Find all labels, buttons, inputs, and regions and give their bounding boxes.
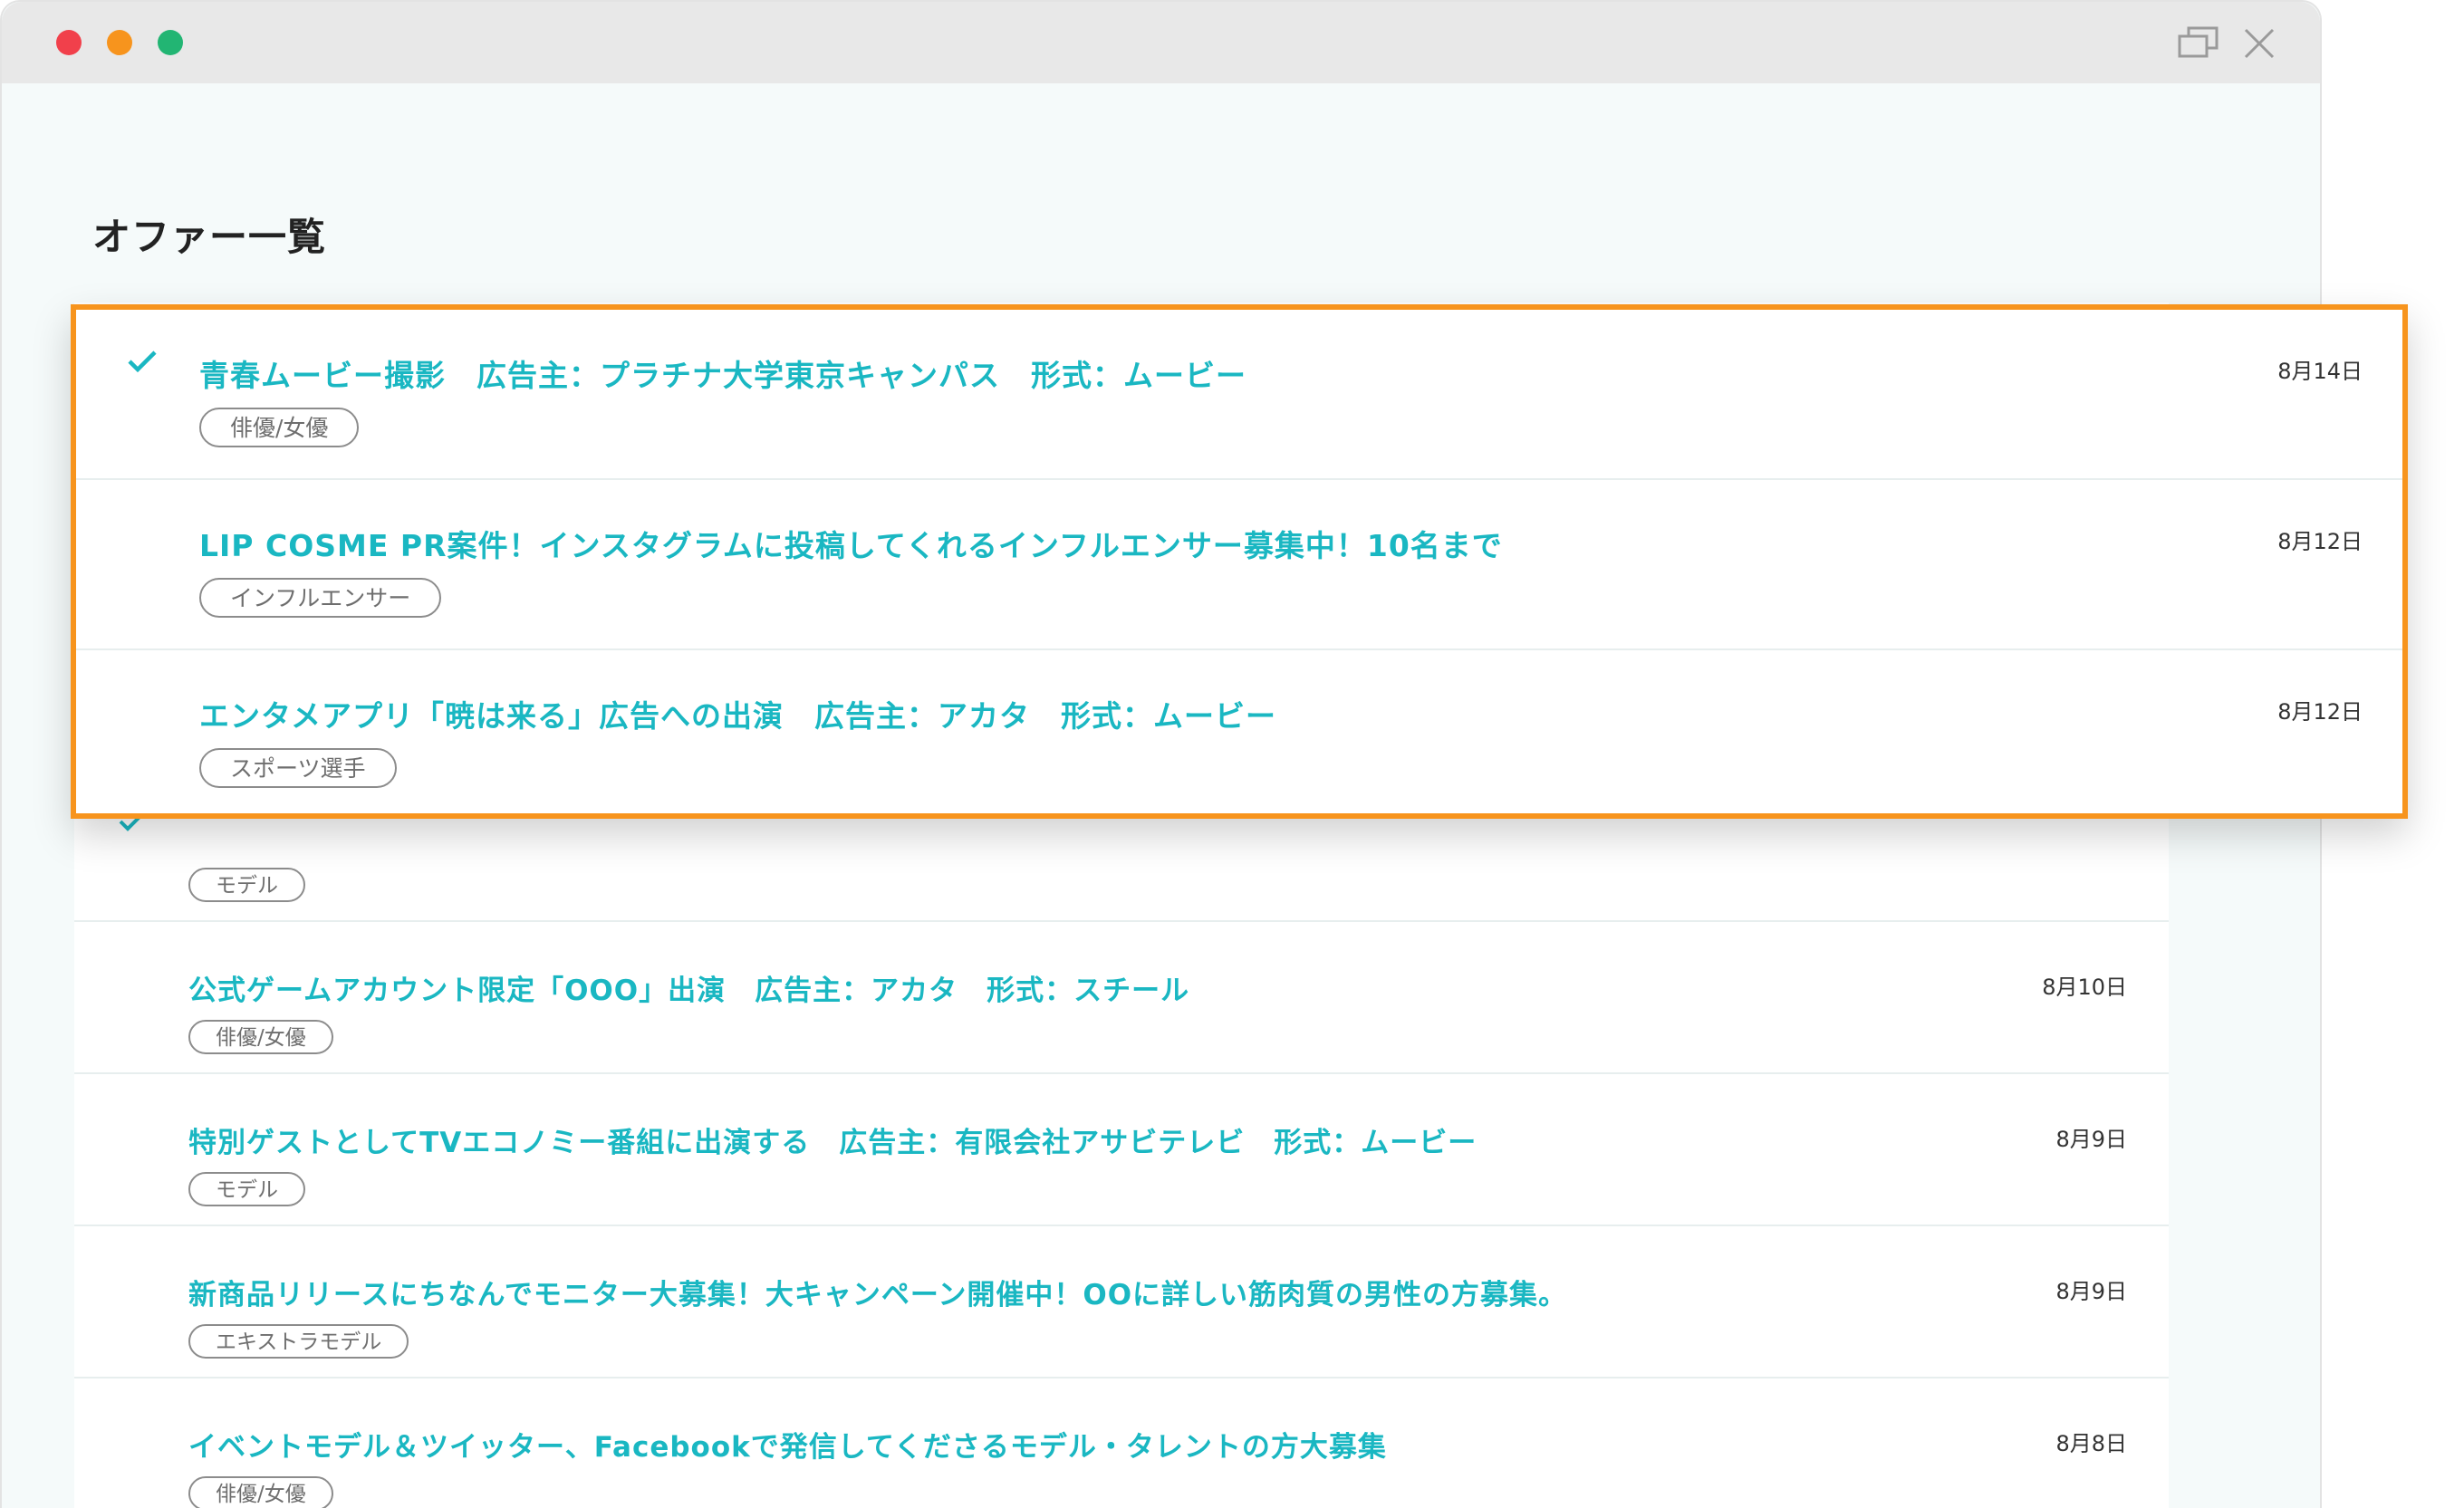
offer-row[interactable]: 特別ゲストとしてTVエコノミー番組に出演する 広告主：有限会社アサビテレビ 形式… xyxy=(74,1074,2169,1226)
page-title: オファー一覧 xyxy=(92,215,327,259)
offer-tag: 俳優/女優 xyxy=(188,1020,333,1054)
maximize-window-dot[interactable] xyxy=(158,30,183,55)
offer-title[interactable]: 新商品リリースにちなんでモニター大募集！大キャンペーン開催中！OOに詳しい筋肉質… xyxy=(188,1272,1567,1312)
highlighted-offer-row[interactable]: LIP COSME PR案件！インスタグラムに投稿してくれるインフルエンサー募集… xyxy=(76,480,2402,650)
offer-date: 8月8日 xyxy=(2055,1431,2127,1456)
check-icon xyxy=(128,351,157,373)
offer-tag: インフルエンサー xyxy=(199,578,442,618)
offer-tag: 俳優/女優 xyxy=(188,1476,333,1508)
offer-date: 8月9日 xyxy=(2055,1279,2127,1304)
offer-date: 8月10日 xyxy=(2042,975,2127,1000)
offer-tag: 俳優/女優 xyxy=(199,408,360,447)
offer-title[interactable]: 青春ムービー撮影 広告主：プラチナ大学東京キャンパス 形式：ムービー xyxy=(199,351,1246,395)
highlighted-offer-row[interactable]: エンタメアプリ「暁は来る」広告への出演 広告主：アカタ 形式：ムービー 8月12… xyxy=(76,650,2402,821)
restore-icon[interactable] xyxy=(2178,25,2219,63)
offer-date: 8月14日 xyxy=(2277,359,2363,384)
offer-row[interactable]: 公式ゲームアカウント限定「OOO」出演 広告主：アカタ 形式：スチール 8月10… xyxy=(74,922,2169,1074)
offer-tag: モデル xyxy=(188,868,305,902)
offer-tag: エキストラモデル xyxy=(188,1324,409,1359)
offer-title[interactable]: LIP COSME PR案件！インスタグラムに投稿してくれるインフルエンサー募集… xyxy=(199,522,1503,565)
offer-date: 8月12日 xyxy=(2277,699,2363,725)
close-icon[interactable] xyxy=(2241,25,2277,65)
offer-title[interactable]: 公式ゲームアカウント限定「OOO」出演 広告主：アカタ 形式：スチール xyxy=(188,967,1189,1008)
offer-date: 8月9日 xyxy=(2055,1127,2127,1152)
offer-row[interactable]: イベントモデル＆ツイッター、Facebookで発信してくださるモデル・タレントの… xyxy=(74,1378,2169,1508)
offer-title[interactable]: イベントモデル＆ツイッター、Facebookで発信してくださるモデル・タレントの… xyxy=(188,1424,1387,1465)
minimize-window-dot[interactable] xyxy=(107,30,132,55)
offer-tag: モデル xyxy=(188,1172,305,1206)
highlighted-offer-row[interactable]: 青春ムービー撮影 広告主：プラチナ大学東京キャンパス 形式：ムービー 8月14日… xyxy=(76,310,2402,480)
offer-date: 8月12日 xyxy=(2277,529,2363,554)
highlighted-offers-box: 青春ムービー撮影 広告主：プラチナ大学東京キャンパス 形式：ムービー 8月14日… xyxy=(71,304,2408,819)
offer-row[interactable]: 新商品リリースにちなんでモニター大募集！大キャンペーン開催中！OOに詳しい筋肉質… xyxy=(74,1226,2169,1378)
offer-tag: スポーツ選手 xyxy=(199,748,397,788)
close-window-dot[interactable] xyxy=(56,30,82,55)
offer-title[interactable]: 特別ゲストとしてTVエコノミー番組に出演する 広告主：有限会社アサビテレビ 形式… xyxy=(188,1119,1477,1160)
window-titlebar xyxy=(2,2,2320,83)
offer-title[interactable]: エンタメアプリ「暁は来る」広告への出演 広告主：アカタ 形式：ムービー xyxy=(199,692,1276,735)
